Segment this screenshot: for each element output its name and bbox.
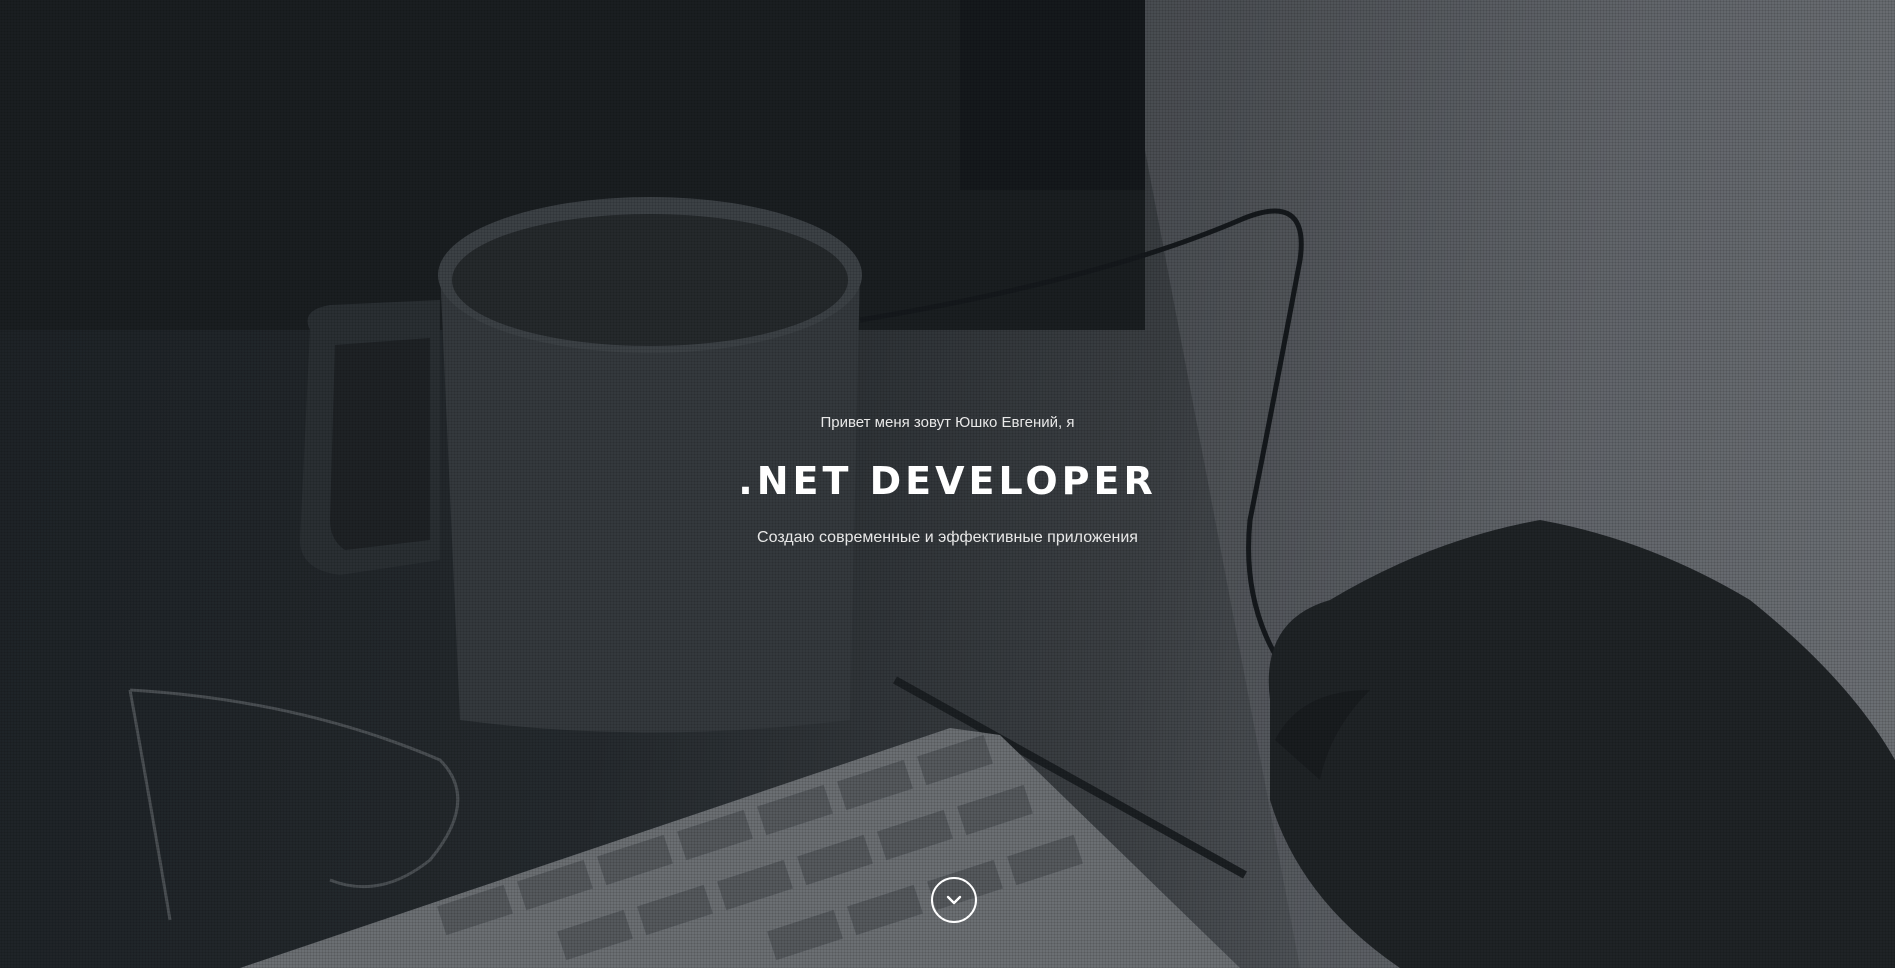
hero-intro: Привет меня зовут Юшко Евгений, я [820,414,1075,431]
scroll-down-button[interactable] [931,877,977,923]
hero-title: .NET DEVELOPER [738,459,1157,503]
hero-section: Привет меня зовут Юшко Евгений, я .NET D… [0,0,1895,968]
hero-content: Привет меня зовут Юшко Евгений, я .NET D… [0,410,1895,550]
chevron-down-icon [946,895,962,905]
keyboard-shape [240,728,1240,968]
hero-subtitle: Создаю современные и эффективные приложе… [757,529,1138,546]
